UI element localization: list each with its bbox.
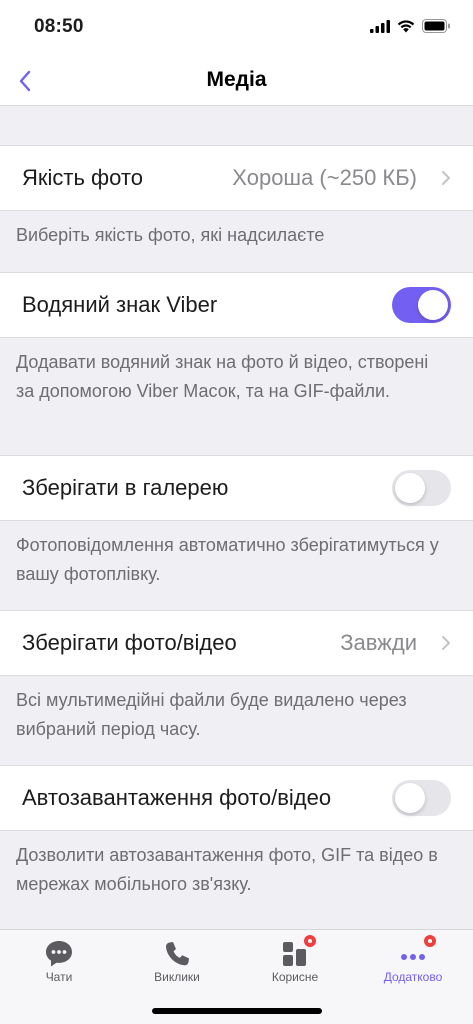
save-to-gallery-row: Зберігати в галерею bbox=[0, 455, 473, 521]
tab-calls[interactable]: Виклики bbox=[118, 930, 236, 994]
photo-quality-value: Хороша (~250 КБ) bbox=[232, 165, 417, 190]
keep-media-row[interactable]: Зберігати фото/відео Завжди bbox=[0, 610, 473, 676]
notification-badge bbox=[422, 933, 438, 949]
tab-explore[interactable]: Корисне bbox=[236, 930, 354, 994]
toggle-knob bbox=[395, 473, 425, 503]
tab-more[interactable]: Додатково bbox=[354, 930, 472, 994]
toggle-knob bbox=[418, 290, 448, 320]
tab-calls-label: Виклики bbox=[154, 970, 200, 984]
tab-explore-label: Корисне bbox=[271, 970, 319, 984]
save-to-gallery-label: Зберігати в галерею bbox=[22, 475, 229, 500]
keep-media-value: Завжди bbox=[340, 630, 417, 655]
cellular-signal-icon bbox=[370, 19, 390, 33]
auto-download-row: Автозавантаження фото/відео bbox=[0, 765, 473, 831]
viber-watermark-row: Водяний знак Viber bbox=[0, 272, 473, 338]
chat-bubble-icon bbox=[46, 941, 72, 967]
photo-quality-label: Якість фото bbox=[22, 165, 143, 190]
navigation-bar: Медіа bbox=[0, 56, 473, 106]
chevron-right-icon bbox=[442, 636, 450, 650]
chevron-right-icon bbox=[442, 171, 450, 185]
toggle-knob bbox=[395, 783, 425, 813]
wifi-icon bbox=[397, 19, 415, 32]
battery-icon bbox=[422, 19, 450, 33]
keep-media-description: Всі мультимедійні файли буде видалено че… bbox=[16, 690, 407, 739]
section-spacer bbox=[0, 106, 473, 145]
save-to-gallery-toggle[interactable] bbox=[392, 470, 451, 506]
tab-chats-label: Чати bbox=[45, 970, 73, 984]
home-indicator bbox=[152, 1008, 322, 1014]
notification-badge bbox=[302, 933, 318, 949]
photo-quality-row[interactable]: Якість фото Хороша (~250 КБ) bbox=[0, 145, 473, 211]
viber-watermark-description: Додавати водяний знак на фото й відео, с… bbox=[16, 352, 429, 401]
status-icons bbox=[370, 19, 451, 33]
status-bar: 08:50 bbox=[0, 0, 473, 56]
auto-download-description: Дозволити автозавантаження фото, GIF та … bbox=[16, 845, 438, 894]
save-to-gallery-description: Фотоповідомлення автоматично зберігатиму… bbox=[16, 535, 439, 584]
phone-icon bbox=[165, 942, 189, 966]
auto-download-toggle[interactable] bbox=[392, 780, 451, 816]
tab-chats[interactable]: Чати bbox=[0, 930, 118, 994]
auto-download-label: Автозавантаження фото/відео bbox=[22, 785, 332, 810]
viber-watermark-toggle[interactable] bbox=[392, 287, 451, 323]
settings-list: Якість фото Хороша (~250 КБ) Виберіть як… bbox=[0, 106, 473, 920]
viber-watermark-label: Водяний знак Viber bbox=[22, 292, 218, 317]
tab-more-label: Додатково bbox=[383, 970, 443, 984]
status-time: 08:50 bbox=[34, 16, 84, 37]
photo-quality-description: Виберіть якість фото, які надсилаєте bbox=[16, 225, 325, 245]
keep-media-label: Зберігати фото/відео bbox=[22, 630, 237, 655]
page-title: Медіа bbox=[206, 68, 267, 91]
